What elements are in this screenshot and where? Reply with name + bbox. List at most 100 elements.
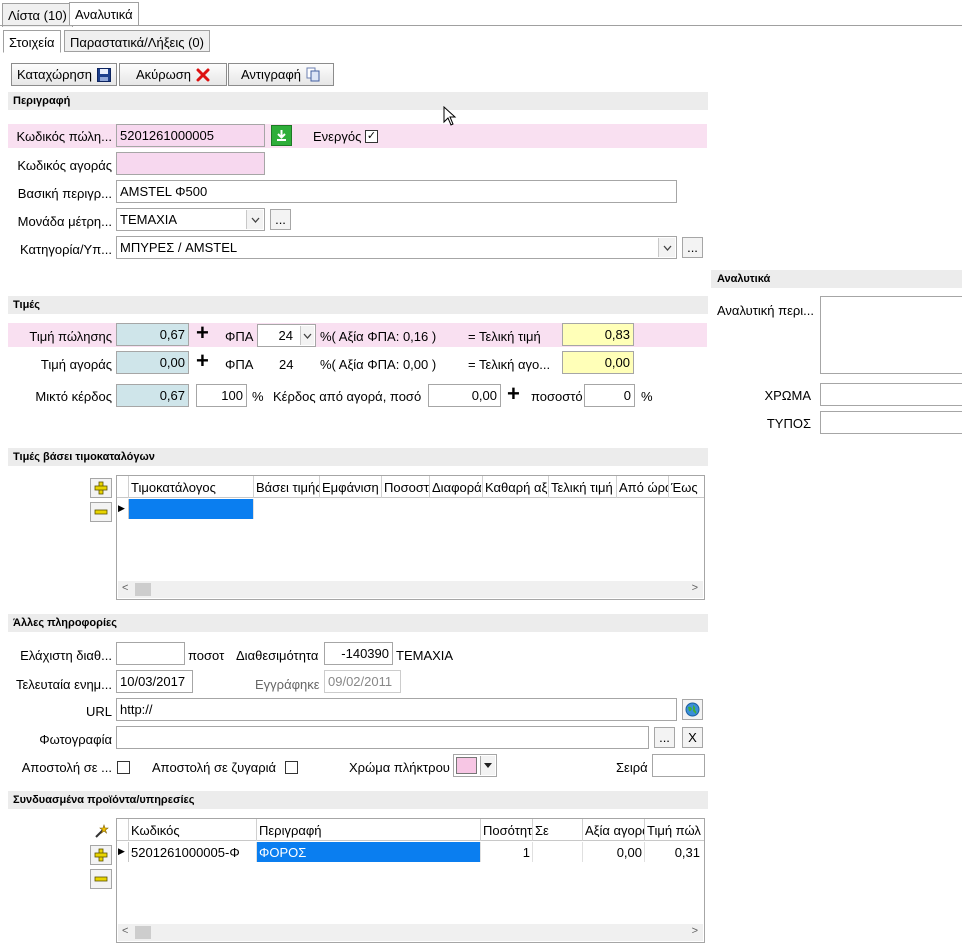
col-header[interactable]: Τιμή πώλ [645,819,702,841]
color-label: ΧΡΩΜΑ [764,388,811,403]
col-header[interactable]: Βάσει τιμής [254,476,320,498]
profit-amount-input[interactable]: 0,00 [428,384,501,407]
open-url-button[interactable] [682,699,703,720]
section-analytics: Αναλυτικά [711,270,962,288]
section-description: Περιγραφή [8,92,708,110]
scroll-right-icon[interactable]: > [692,925,698,937]
key-color-picker[interactable] [453,754,497,777]
send-scale-checkbox[interactable] [285,761,298,774]
col-header[interactable]: Ποσότητα [481,819,533,841]
color-input[interactable] [820,383,962,406]
col-header[interactable]: Τελική τιμή [549,476,617,498]
unit-more-button[interactable]: ... [270,209,291,230]
sale-code-input[interactable]: 5201261000005 [116,124,265,147]
min-avail-input[interactable] [116,642,185,665]
table-row[interactable]: ▶ [117,499,254,519]
profit-percent-input[interactable]: 100 [196,384,247,407]
type-input[interactable] [820,411,962,434]
table-cell-in[interactable] [533,842,583,862]
wizard-button[interactable] [90,821,112,841]
add-related-button[interactable] [90,845,112,865]
col-header[interactable]: Από ώρα [617,476,669,498]
section-related: Συνδυασμένα προϊόντα/υπηρεσίες [8,791,708,809]
scroll-right-icon[interactable]: > [692,582,698,594]
col-header[interactable]: Έως [669,476,704,498]
plus-icon: + [196,320,209,345]
subtab-documents[interactable]: Παραστατικά/Λήξεις (0) [64,30,210,52]
table-cell-desc[interactable]: ΦΟΡΟΣ [257,842,481,862]
tab-list[interactable]: Λίστα (10) [2,3,73,27]
cancel-button[interactable]: Ακύρωση [119,63,227,86]
tab-detail[interactable]: Αναλυτικά [69,2,139,26]
generate-code-button[interactable] [271,125,292,146]
add-pricelist-button[interactable] [90,478,112,498]
photo-browse-button[interactable]: ... [654,727,675,748]
photo-clear-button[interactable]: X [682,727,703,748]
scroll-left-icon[interactable]: < [122,925,128,937]
scroll-thumb[interactable] [135,583,151,596]
cancel-button-label: Ακύρωση [135,67,192,82]
buy-code-input[interactable] [116,152,265,175]
category-label: Κατηγορία/Υπ... [19,242,112,257]
table-cell[interactable] [129,499,254,519]
table-row[interactable]: ▶ 5201261000005-Φ ΦΟΡΟΣ 1 0,00 0,31 [117,842,702,862]
last-update-input[interactable]: 10/03/2017 [116,670,193,693]
related-hscrollbar[interactable]: < > [118,924,703,941]
gross-profit-input[interactable]: 0,67 [116,384,189,407]
sale-vat-label: ΦΠΑ [225,329,254,344]
col-header[interactable]: Περιγραφή [257,819,481,841]
table-cell-code[interactable]: 5201261000005-Φ [129,842,257,862]
qty-unit-label: ποσοτ [188,648,225,663]
url-input[interactable]: http:// [116,698,677,721]
subtab-details[interactable]: Στοιχεία [3,30,61,53]
pricelists-hscrollbar[interactable]: < > [118,581,703,598]
col-header[interactable]: Ποσοστό [382,476,430,498]
col-header[interactable]: Σε [533,819,583,841]
chevron-down-icon[interactable] [480,756,495,775]
order-input[interactable] [652,754,705,777]
col-header[interactable]: Αξία αγοράς [583,819,645,841]
chevron-down-icon[interactable] [246,210,263,229]
plus-icon [94,848,108,862]
sale-price-label: Τιμή πώλησης [29,329,112,344]
main-desc-input[interactable]: AMSTEL Φ500 [116,180,677,203]
order-label: Σειρά [616,760,648,775]
chevron-down-icon[interactable] [658,238,675,257]
send-checkbox[interactable] [117,761,130,774]
active-checkbox[interactable]: ✓ [365,130,378,143]
col-header[interactable]: Διαφορά [430,476,483,498]
col-header[interactable]: Τιμοκατάλογος [129,476,254,498]
analytic-desc-textarea[interactable] [820,296,962,374]
category-select[interactable]: ΜΠΥΡΕΣ / AMSTEL [116,236,677,259]
profit-rate-input[interactable]: 0 [584,384,635,407]
final-price-input[interactable]: 0,83 [562,323,634,346]
table-cell-buy-value[interactable]: 0,00 [583,842,645,862]
registered-label: Εγγράφηκε [255,677,320,692]
col-header[interactable]: Κωδικός [129,819,257,841]
related-grid[interactable]: Κωδικός Περιγραφή Ποσότητα Σε Αξία αγορά… [116,818,705,943]
sale-price-input[interactable]: 0,67 [116,323,189,346]
col-header[interactable]: Καθαρή αξία [483,476,549,498]
chevron-down-icon[interactable] [300,326,314,345]
profit-rate-label: ποσοστό [531,389,583,404]
plus-icon: + [196,348,209,373]
remove-pricelist-button[interactable] [90,502,112,522]
scroll-thumb[interactable] [135,926,151,939]
table-cell-qty[interactable]: 1 [481,842,533,862]
category-more-button[interactable]: ... [682,237,703,258]
sale-vat-select[interactable]: 24 [257,324,316,347]
buy-price-input[interactable]: 0,00 [116,351,189,374]
copy-button[interactable]: Αντιγραφή [228,63,334,86]
remove-related-button[interactable] [90,869,112,889]
scroll-left-icon[interactable]: < [122,582,128,594]
unit-select[interactable]: ΤΕΜΑΧΙΑ [116,208,265,231]
photo-input[interactable] [116,726,649,749]
floppy-icon [97,67,111,82]
save-button[interactable]: Καταχώρηση [11,63,117,86]
pricelists-grid[interactable]: Τιμοκατάλογος Βάσει τιμής Εμφάνιση Ποσοσ… [116,475,705,600]
gross-profit-label: Μικτό κέρδος [35,389,112,404]
col-header[interactable]: Εμφάνιση [320,476,382,498]
main-desc-label: Βασική περιγρ... [17,186,112,201]
final-buy-input[interactable]: 0,00 [562,351,634,374]
table-cell-sale-price[interactable]: 0,31 [645,842,702,862]
